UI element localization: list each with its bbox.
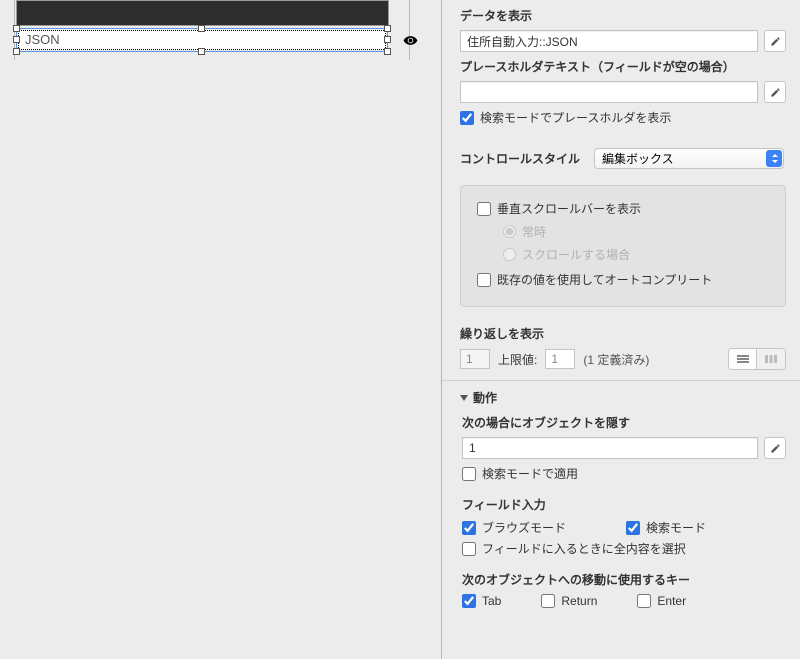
field-entry-label: フィールド入力 — [462, 496, 786, 513]
edit-hide-condition-button[interactable] — [764, 437, 786, 459]
repetition-defined-text: (1 定義済み) — [583, 351, 649, 368]
select-all-label: フィールドに入るときに全内容を選択 — [482, 540, 686, 557]
autocomplete-checkbox[interactable] — [477, 273, 491, 287]
display-data-label: データを表示 — [460, 7, 786, 24]
show-placeholder-find-checkbox[interactable] — [460, 111, 474, 125]
edit-placeholder-button[interactable] — [764, 81, 786, 103]
tab-key-checkbox[interactable] — [462, 594, 476, 608]
vertical-scrollbar-label: 垂直スクロールバーを表示 — [497, 200, 641, 217]
enter-key-checkbox[interactable] — [637, 594, 651, 608]
return-key-label: Return — [561, 594, 597, 608]
behavior-header-label: 動作 — [473, 389, 497, 406]
scroll-when-scrolling-radio — [503, 248, 516, 261]
scroll-autocomplete-panel: 垂直スクロールバーを表示 常時 スクロールする場合 既存の値を使用してオートコン… — [460, 185, 786, 307]
enter-key-label: Enter — [657, 594, 686, 608]
json-field[interactable]: JSON — [18, 30, 386, 50]
layout-header-part — [16, 0, 389, 26]
repetition-orientation-toggle[interactable] — [728, 348, 786, 370]
browse-mode-label: ブラウズモード — [482, 519, 566, 536]
behavior-section-header[interactable]: 動作 — [460, 381, 786, 414]
repetition-max-label: 上限値: — [498, 351, 537, 368]
find-mode-checkbox[interactable] — [626, 521, 640, 535]
placeholder-input[interactable] — [460, 81, 758, 103]
field-label: JSON — [25, 32, 60, 47]
return-key-checkbox[interactable] — [541, 594, 555, 608]
layout-canvas[interactable]: JSON — [0, 0, 441, 659]
hide-object-label: 次の場合にオブジェクトを隠す — [462, 414, 786, 431]
scroll-when-scrolling-label: スクロールする場合 — [522, 246, 630, 263]
inspector-panel: データを表示 プレースホルダテキスト（フィールドが空の場合） 検索モードでプレー… — [441, 0, 800, 659]
vertical-scrollbar-checkbox[interactable] — [477, 202, 491, 216]
edit-display-data-button[interactable] — [764, 30, 786, 52]
browse-mode-checkbox[interactable] — [462, 521, 476, 535]
repetition-max-input[interactable] — [545, 349, 575, 369]
disclosure-triangle-icon — [460, 395, 468, 401]
show-placeholder-find-label: 検索モードでプレースホルダを表示 — [480, 109, 671, 126]
control-style-select[interactable]: 編集ボックス — [594, 148, 784, 169]
autocomplete-label: 既存の値を使用してオートコンプリート — [497, 271, 712, 288]
placeholder-label: プレースホルダテキスト（フィールドが空の場合） — [460, 58, 786, 75]
repetition-start-input — [460, 349, 490, 369]
scroll-always-label: 常時 — [522, 223, 546, 240]
tab-key-label: Tab — [482, 594, 501, 608]
control-style-label: コントロールスタイル — [460, 150, 580, 167]
find-mode-label: 検索モード — [646, 519, 706, 536]
orientation-horizontal-icon[interactable] — [757, 349, 785, 369]
apply-find-mode-checkbox[interactable] — [462, 467, 476, 481]
hide-condition-input[interactable] — [462, 437, 758, 459]
orientation-vertical-icon[interactable] — [729, 349, 757, 369]
repetition-label: 繰り返しを表示 — [460, 325, 786, 342]
control-style-select-wrap: 編集ボックス — [594, 148, 784, 169]
scroll-always-radio — [503, 225, 516, 238]
next-object-key-label: 次のオブジェクトへの移動に使用するキー — [462, 571, 786, 588]
apply-find-mode-label: 検索モードで適用 — [482, 465, 578, 482]
display-data-input[interactable] — [460, 30, 758, 52]
select-all-checkbox[interactable] — [462, 542, 476, 556]
